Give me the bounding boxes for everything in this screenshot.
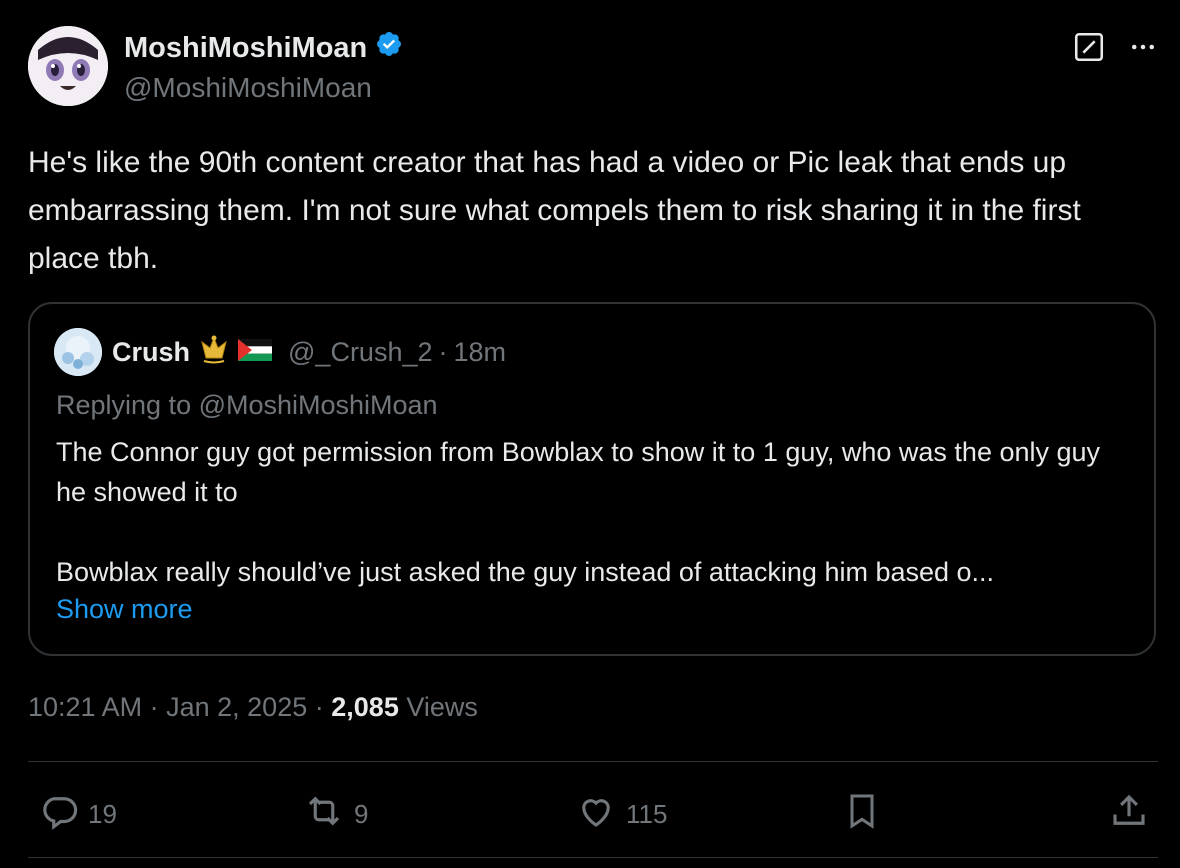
palestine-flag-icon (238, 337, 273, 368)
tweet-meta: 10:21 AM · Jan 2, 2025 · 2,085 Views (28, 692, 478, 723)
meta-separator: · (314, 692, 324, 722)
like-count: 115 (626, 799, 668, 829)
more-icon[interactable] (1128, 32, 1158, 62)
grok-icon[interactable] (1072, 30, 1106, 64)
quote-age[interactable]: 18m (454, 337, 507, 368)
quote-author-avatar[interactable] (54, 328, 102, 376)
like-icon (574, 790, 618, 839)
reply-count: 19 (88, 799, 117, 829)
views-count[interactable]: 2,085 (331, 692, 399, 722)
author-name-row[interactable]: MoshiMoshiMoan (124, 30, 403, 66)
bookmark-button[interactable] (842, 790, 882, 839)
reply-button[interactable]: 19 (38, 790, 117, 839)
divider-top (28, 761, 1158, 762)
like-button[interactable]: 115 (574, 790, 667, 839)
tweet-date[interactable]: Jan 2, 2025 (166, 692, 307, 722)
verified-badge-icon (375, 30, 403, 66)
repost-icon (302, 790, 346, 839)
meta-separator: · (149, 692, 159, 722)
quote-separator: · (438, 337, 448, 367)
author-name[interactable]: MoshiMoshiMoan (124, 32, 367, 65)
bookmark-icon (842, 790, 882, 839)
tweet-text: He's like the 90th content creator that … (28, 146, 1081, 275)
author-handle[interactable]: @MoshiMoshiMoan (124, 72, 372, 104)
repost-button[interactable]: 9 (302, 790, 368, 839)
quote-author-name[interactable]: Crush (112, 337, 190, 368)
repost-count: 9 (354, 799, 369, 829)
show-more-link[interactable]: Show more (56, 594, 193, 625)
reply-icon (38, 790, 80, 839)
quote-text: The Connor guy got permission from Bowbl… (56, 437, 1101, 587)
views-label: Views (406, 692, 478, 722)
quote-author-handle[interactable]: @_Crush_2 (288, 337, 432, 368)
action-bar: 19 9 115 (0, 782, 1180, 842)
share-button[interactable] (1108, 790, 1150, 839)
share-icon (1108, 790, 1150, 839)
quote-replying-to: Replying to @MoshiMoshiMoan (56, 390, 438, 420)
author-avatar[interactable] (28, 26, 108, 106)
divider-bottom (28, 857, 1158, 858)
tweet-time[interactable]: 10:21 AM (28, 692, 142, 722)
crown-emoji-icon (196, 334, 232, 371)
quoted-tweet[interactable]: Crush @_Crush_2 · 18m Replying to @Moshi… (28, 302, 1156, 656)
